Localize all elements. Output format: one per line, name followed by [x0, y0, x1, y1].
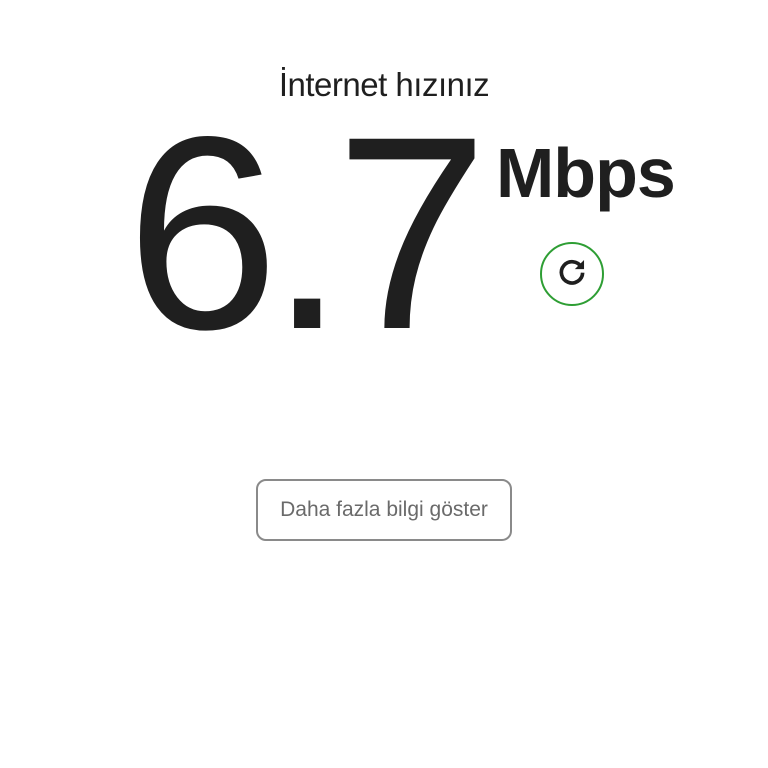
speed-unit: Mbps: [496, 134, 676, 212]
more-info-button[interactable]: Daha fazla bilgi göster: [256, 479, 512, 541]
speed-value: 6.7: [126, 80, 488, 387]
refresh-icon: [555, 255, 589, 294]
speed-test-page: İnternet hızınız 6.7 Mbps Daha fazla bil…: [0, 0, 768, 768]
refresh-button[interactable]: [540, 242, 604, 306]
